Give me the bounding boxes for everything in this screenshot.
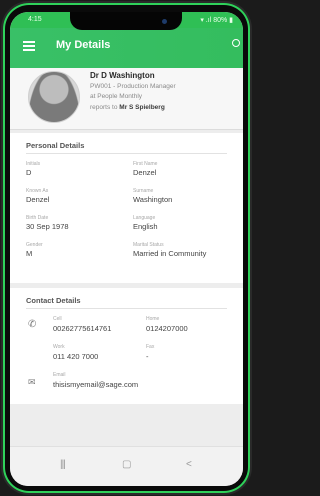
app-bar: My Details (10, 28, 243, 68)
value-cell[interactable]: 00262775614761 (53, 324, 111, 333)
value-birth-date: 30 Sep 1978 (26, 222, 69, 231)
hamburger-menu-icon[interactable] (23, 41, 35, 51)
value-email[interactable]: thisismyemail@sage.com (53, 380, 138, 389)
android-nav-bar: ||| ▢ < (10, 446, 243, 486)
label-birth-date: Birth Date (26, 215, 49, 221)
page-title: My Details (56, 39, 111, 51)
divider (26, 308, 227, 309)
value-initials: D (26, 168, 32, 177)
job-code: PW001 (90, 83, 112, 90)
value-surname: Washington (133, 195, 173, 204)
value-language: English (133, 222, 158, 231)
reports-prefix: reports to (90, 104, 118, 111)
label-work: Work (53, 344, 65, 350)
label-language: Language (133, 215, 156, 221)
email-icon: ✉ (28, 377, 36, 387)
company-line: at People Monthly (90, 93, 142, 100)
back-icon[interactable]: < (186, 459, 192, 470)
avatar (28, 71, 80, 123)
value-first-name: Denzel (133, 168, 157, 177)
value-known-as: Denzel (26, 195, 50, 204)
home-icon[interactable]: ▢ (122, 459, 131, 470)
camera-notch (70, 12, 182, 30)
label-marital-status: Marital Status (133, 242, 164, 248)
divider (26, 153, 227, 154)
value-marital-status: Married in Community (133, 249, 207, 258)
status-time: 4:15 (28, 16, 42, 23)
refresh-icon[interactable] (232, 39, 240, 47)
label-known-as: Known As (26, 188, 49, 194)
status-indicators: ▾ .ıl 80% ▮ (200, 17, 233, 24)
label-cell: Cell (53, 316, 62, 322)
company-name: People Monthly (97, 93, 143, 100)
label-email: Email (53, 372, 66, 378)
value-home[interactable]: 0124207000 (146, 324, 188, 333)
section-title-contact: Contact Details (26, 296, 81, 305)
label-surname: Surname (133, 188, 154, 194)
contact-details-card: Contact Details ✆ Cell 00262775614761 Ho… (10, 288, 243, 404)
value-work[interactable]: 011 420 7000 (53, 352, 98, 361)
recents-icon[interactable]: ||| (60, 459, 66, 470)
manager-name: Mr S Spielberg (119, 104, 165, 111)
employee-name: Dr D Washington (90, 71, 155, 80)
value-gender: M (26, 249, 33, 258)
value-fax: - (146, 352, 149, 361)
label-first-name: First Name (133, 161, 158, 167)
profile-header: Dr D Washington PW001 - Production Manag… (10, 68, 243, 130)
personal-details-card: Personal Details Initials D First Name D… (10, 133, 243, 283)
job-line: PW001 - Production Manager (90, 83, 176, 90)
label-gender: Gender (26, 242, 43, 248)
label-fax: Fax (146, 344, 155, 350)
label-initials: Initials (26, 161, 41, 167)
camera-icon (162, 19, 167, 24)
phone-icon: ✆ (28, 319, 37, 330)
label-home: Home (146, 316, 160, 322)
manager-line: reports to Mr S Spielberg (90, 104, 165, 111)
job-title: Production Manager (117, 83, 176, 90)
company-prefix: at (90, 93, 96, 100)
app-screen: 4:15 ▾ .ıl 80% ▮ My Details Dr D Washing… (10, 12, 243, 486)
section-title-personal: Personal Details (26, 141, 85, 150)
